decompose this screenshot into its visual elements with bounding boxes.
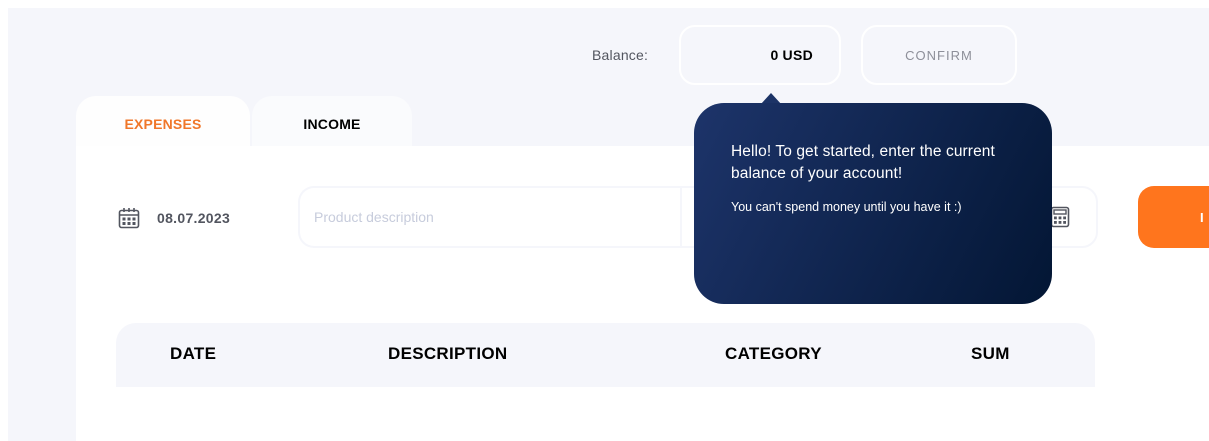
column-header-date: DATE (170, 344, 217, 363)
tooltip-title: Hello! To get started, enter the current… (731, 143, 995, 182)
input-button[interactable]: I (1138, 186, 1209, 248)
tooltip-note: You can't spend money until you have it … (731, 200, 962, 214)
date-value: 08.07.2023 (157, 210, 231, 226)
column-header-description: DESCRIPTION (388, 344, 508, 363)
column-header-sum: SUM (971, 344, 1010, 363)
table-header (116, 323, 1095, 387)
date-picker[interactable]: 08.07.2023 (118, 207, 230, 229)
onboarding-tooltip: Hello! To get started, enter the current… (694, 103, 1052, 304)
confirm-button[interactable]: CONFIRM (861, 25, 1017, 85)
tab-income[interactable]: INCOME (252, 96, 412, 152)
calculator-icon[interactable] (1049, 206, 1071, 228)
balance-label: Balance: (592, 47, 649, 63)
tab-expenses[interactable]: EXPENSES (76, 96, 250, 152)
description-input[interactable] (298, 186, 698, 248)
balance-field[interactable]: 0 USD (679, 25, 841, 85)
balance-currency: USD (782, 47, 813, 63)
balance-value: 0 (770, 47, 779, 63)
column-header-category: CATEGORY (725, 344, 822, 363)
calendar-icon (118, 208, 140, 229)
